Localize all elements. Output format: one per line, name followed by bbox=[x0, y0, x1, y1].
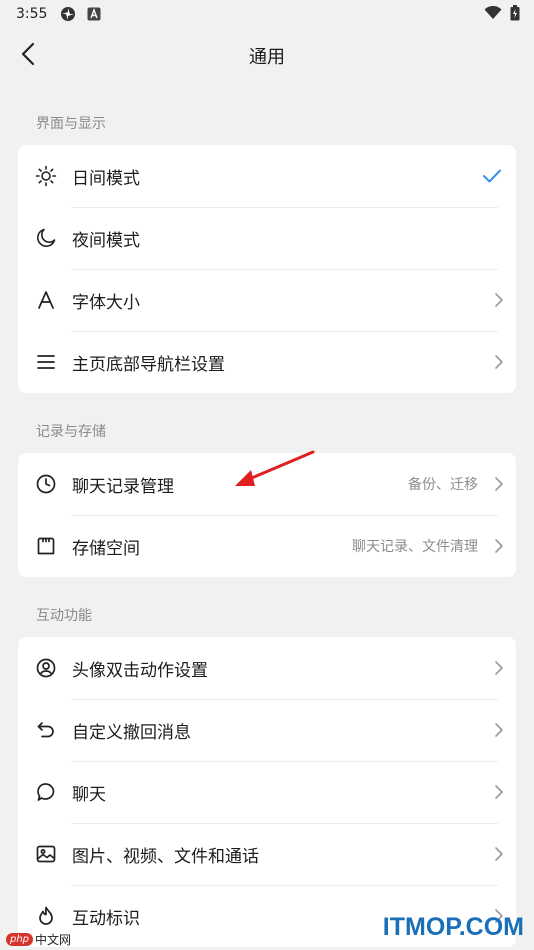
row-media-files-calls[interactable]: 图片、视频、文件和通话 bbox=[18, 823, 516, 885]
row-custom-recall-message[interactable]: 自定义撤回消息 bbox=[18, 699, 516, 761]
back-button[interactable] bbox=[10, 38, 46, 74]
row-label: 自定义撤回消息 bbox=[72, 722, 191, 743]
php-badge: php bbox=[6, 933, 34, 946]
row-label: 夜间模式 bbox=[72, 230, 140, 251]
battery-icon bbox=[510, 5, 520, 25]
row-label: 日间模式 bbox=[72, 168, 140, 189]
row-label: 聊天 bbox=[72, 784, 106, 805]
chevron-right-icon bbox=[482, 660, 516, 676]
row-night-mode[interactable]: 夜间模式 bbox=[18, 207, 516, 269]
image-icon bbox=[18, 843, 72, 865]
status-time: 3:55 bbox=[16, 6, 48, 22]
sun-icon bbox=[18, 165, 72, 187]
status-bar: 3:55 bbox=[0, 0, 534, 28]
section-header-display: 界面与显示 bbox=[36, 116, 106, 132]
row-label: 头像双击动作设置 bbox=[72, 660, 208, 681]
checkmark-icon bbox=[468, 168, 516, 184]
page-title: 通用 bbox=[249, 47, 285, 68]
row-font-size[interactable]: 字体大小 bbox=[18, 269, 516, 331]
card-interaction: 头像双击动作设置 自定义撤回消息 聊天 图片、视频、文件和通话 互动标识 bbox=[18, 637, 516, 947]
row-label: 图片、视频、文件和通话 bbox=[72, 846, 259, 867]
title-bar: 通用 bbox=[0, 28, 534, 84]
undo-arrow-icon bbox=[18, 719, 72, 741]
pinwheel-icon bbox=[59, 5, 77, 23]
avatar-circle-icon bbox=[18, 657, 72, 679]
status-right bbox=[484, 5, 520, 25]
annotation-arrow bbox=[235, 450, 315, 486]
letter-a-icon bbox=[85, 5, 103, 23]
row-label: 主页底部导航栏设置 bbox=[72, 354, 225, 375]
row-label: 字体大小 bbox=[72, 292, 140, 313]
chevron-left-icon bbox=[20, 42, 36, 70]
chevron-right-icon bbox=[482, 722, 516, 738]
row-label: 存储空间 bbox=[72, 538, 140, 559]
chevron-right-icon bbox=[482, 292, 516, 308]
row-storage-space[interactable]: 存储空间 聊天记录、文件清理 bbox=[18, 515, 516, 577]
clock-icon bbox=[18, 473, 72, 495]
chevron-right-icon bbox=[482, 538, 516, 554]
storage-card-icon bbox=[18, 535, 72, 557]
chevron-right-icon bbox=[482, 476, 516, 492]
chevron-right-icon bbox=[482, 846, 516, 862]
menu-lines-icon bbox=[18, 351, 72, 373]
row-subtitle: 备份、迁移 bbox=[408, 477, 478, 493]
card-display: 日间模式 夜间模式 字体大小 主页底部导航栏设置 bbox=[18, 145, 516, 393]
row-bottom-nav-settings[interactable]: 主页底部导航栏设置 bbox=[18, 331, 516, 393]
chat-bubble-icon bbox=[18, 781, 72, 803]
section-header-interaction: 互动功能 bbox=[36, 608, 92, 624]
chevron-right-icon bbox=[482, 784, 516, 800]
row-chat[interactable]: 聊天 bbox=[18, 761, 516, 823]
row-day-mode[interactable]: 日间模式 bbox=[18, 145, 516, 207]
php-watermark: php 中文网 bbox=[6, 931, 71, 948]
font-a-icon bbox=[18, 289, 72, 311]
moon-icon bbox=[18, 227, 72, 249]
itmop-watermark: ITMOP.COM bbox=[382, 913, 524, 941]
chevron-right-icon bbox=[482, 354, 516, 370]
row-avatar-double-tap[interactable]: 头像双击动作设置 bbox=[18, 637, 516, 699]
flame-icon bbox=[18, 905, 72, 927]
wifi-icon bbox=[484, 5, 502, 24]
row-subtitle: 聊天记录、文件清理 bbox=[352, 539, 478, 555]
php-watermark-text: 中文网 bbox=[35, 933, 72, 947]
